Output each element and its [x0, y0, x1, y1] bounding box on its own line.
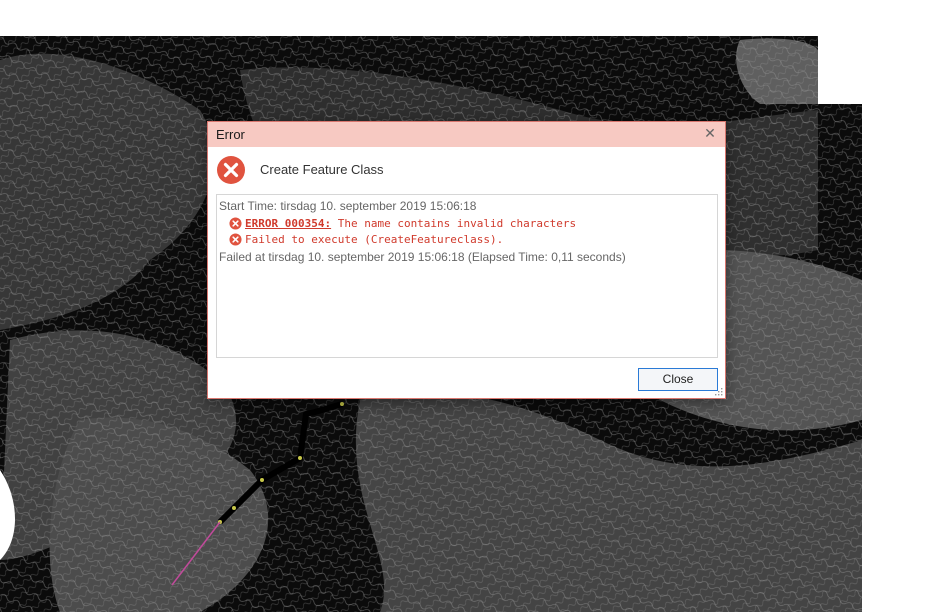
error-icon	[229, 216, 242, 230]
error-circle-icon	[217, 156, 245, 184]
start-time-message: Start Time: tirsdag 10. september 2019 1…	[219, 199, 477, 213]
error-text: The name contains invalid characters	[331, 216, 577, 230]
dialog-title: Error	[216, 127, 245, 142]
resize-grip-icon[interactable]	[713, 386, 723, 396]
end-time-message: Failed at tirsdag 10. september 2019 15:…	[219, 250, 626, 264]
dialog-titlebar[interactable]: Error ✕	[208, 122, 725, 147]
failed-text: Failed to execute (CreateFeatureclass).	[245, 232, 504, 246]
failed-message: Failed to execute (CreateFeatureclass).	[229, 231, 503, 247]
tool-name: Create Feature Class	[260, 162, 384, 177]
error-dialog: Error ✕ Create Feature Class Start Time:…	[207, 121, 726, 399]
close-icon[interactable]: ✕	[701, 124, 719, 144]
error-message: ERROR 000354: The name contains invalid …	[229, 215, 576, 231]
error-code-link[interactable]: ERROR 000354:	[245, 217, 331, 230]
close-button[interactable]: Close	[638, 368, 718, 391]
message-log[interactable]: Start Time: tirsdag 10. september 2019 1…	[216, 194, 718, 358]
error-icon	[229, 232, 242, 246]
